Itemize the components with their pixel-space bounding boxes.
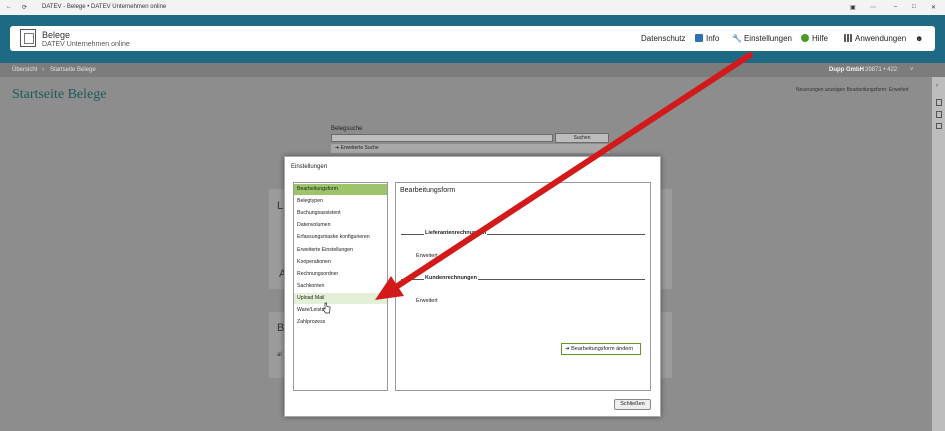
annotation-arrow-icon	[375, 52, 753, 300]
